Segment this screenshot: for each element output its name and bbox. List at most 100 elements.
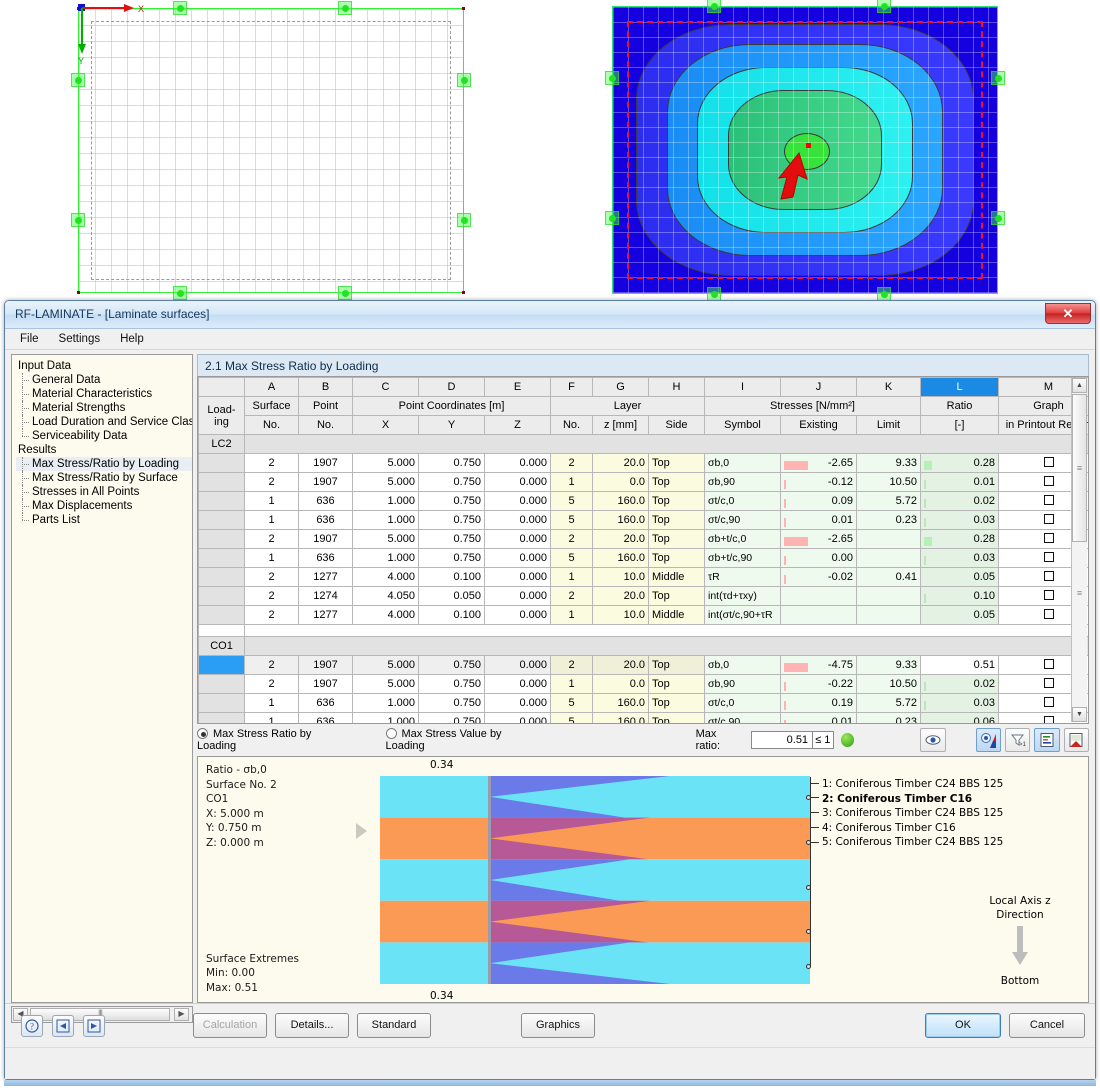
- checkbox-icon[interactable]: [1044, 716, 1054, 725]
- cell-side[interactable]: Top: [649, 454, 705, 473]
- support-node[interactable]: [457, 213, 471, 227]
- support-node[interactable]: [71, 73, 85, 87]
- cell-side[interactable]: Top: [649, 713, 705, 725]
- tree-item-max-stress-ratio-by-loading[interactable]: Max Stress/Ratio by Loading: [16, 457, 192, 471]
- cell-existing[interactable]: [781, 606, 857, 625]
- cell-side[interactable]: Middle: [649, 568, 705, 587]
- cell-layer-z[interactable]: 160.0: [593, 713, 649, 725]
- menu-file[interactable]: File: [11, 331, 48, 347]
- cell-limit[interactable]: 9.33: [857, 454, 921, 473]
- details-button[interactable]: Details...: [275, 1013, 349, 1038]
- cell-surface-no[interactable]: 2: [245, 656, 299, 675]
- cell-layer-z[interactable]: 160.0: [593, 492, 649, 511]
- layer-stress-graphic-panel[interactable]: Ratio - σb,0 Surface No. 2 CO1 X: 5.000 …: [197, 756, 1089, 1003]
- checkbox-icon[interactable]: [1044, 533, 1054, 543]
- table-row[interactable]: 16361.0000.7500.0005160.0Topσb+t/c,900.0…: [199, 549, 1090, 568]
- cell-coord-x[interactable]: 5.000: [353, 656, 419, 675]
- row-selector-cell[interactable]: [199, 568, 245, 587]
- cell-existing[interactable]: -4.75: [781, 656, 857, 675]
- colletter-i[interactable]: I: [705, 378, 781, 397]
- cell-layer-z[interactable]: 20.0: [593, 530, 649, 549]
- support-node[interactable]: [991, 211, 1005, 225]
- cell-coord-x[interactable]: 1.000: [353, 492, 419, 511]
- colletter-g[interactable]: G: [593, 378, 649, 397]
- checkbox-icon[interactable]: [1044, 476, 1054, 486]
- tree-item-serviceability-data[interactable]: Serviceability Data: [16, 429, 192, 443]
- menu-help[interactable]: Help: [111, 331, 153, 347]
- table-group-row[interactable]: LC2: [199, 435, 1090, 454]
- cell-surface-no[interactable]: 1: [245, 492, 299, 511]
- cell-ratio[interactable]: 0.28: [921, 530, 999, 549]
- cancel-button[interactable]: Cancel: [1009, 1013, 1085, 1038]
- table-row[interactable]: 16361.0000.7500.0005160.0Topσt/c,00.195.…: [199, 694, 1090, 713]
- cell-coord-z[interactable]: 0.000: [485, 606, 551, 625]
- table-row[interactable]: 219075.0000.7500.000220.0Topσb,0-4.759.3…: [199, 656, 1090, 675]
- colletter-f[interactable]: F: [551, 378, 593, 397]
- cell-layer-no[interactable]: 1: [551, 568, 593, 587]
- cell-surface-no[interactable]: 1: [245, 713, 299, 725]
- cell-layer-no[interactable]: 2: [551, 587, 593, 606]
- cell-layer-no[interactable]: 5: [551, 511, 593, 530]
- cell-ratio[interactable]: 0.28: [921, 454, 999, 473]
- table-vertical-scrollbar[interactable]: ▲ ≡ ▼: [1071, 378, 1087, 722]
- colletter-a[interactable]: A: [245, 378, 299, 397]
- cell-layer-z[interactable]: 10.0: [593, 606, 649, 625]
- cell-layer-z[interactable]: 160.0: [593, 511, 649, 530]
- cell-side[interactable]: Top: [649, 549, 705, 568]
- cell-existing[interactable]: -2.65: [781, 530, 857, 549]
- cell-coord-y[interactable]: 0.750: [419, 549, 485, 568]
- table-row[interactable]: 219075.0000.7500.00010.0Topσb,90-0.2210.…: [199, 675, 1090, 694]
- cell-symbol[interactable]: σb,0: [705, 656, 781, 675]
- cell-coord-z[interactable]: 0.000: [485, 549, 551, 568]
- cell-ratio[interactable]: 0.10: [921, 587, 999, 606]
- cell-coord-y[interactable]: 0.750: [419, 454, 485, 473]
- support-node[interactable]: [173, 286, 187, 300]
- tree-item-parts-list[interactable]: Parts List: [16, 513, 192, 527]
- colletter-j[interactable]: J: [781, 378, 857, 397]
- cell-side[interactable]: Top: [649, 675, 705, 694]
- cell-limit[interactable]: 9.33: [857, 656, 921, 675]
- cell-coord-y[interactable]: 0.750: [419, 713, 485, 725]
- support-node[interactable]: [71, 213, 85, 227]
- colletter-h[interactable]: H: [649, 378, 705, 397]
- vscroll-thumb[interactable]: [1072, 394, 1087, 542]
- cell-limit[interactable]: 5.72: [857, 694, 921, 713]
- cell-coord-z[interactable]: 0.000: [485, 473, 551, 492]
- row-selector-cell[interactable]: [199, 656, 245, 675]
- support-node[interactable]: [338, 286, 352, 300]
- row-selector-cell[interactable]: [199, 454, 245, 473]
- cell-coord-y[interactable]: 0.100: [419, 568, 485, 587]
- row-selector-cell[interactable]: [199, 587, 245, 606]
- radio-value-icon[interactable]: [386, 728, 397, 739]
- cell-coord-z[interactable]: 0.000: [485, 454, 551, 473]
- cell-symbol[interactable]: τR: [705, 568, 781, 587]
- tree-item-material-characteristics[interactable]: Material Characteristics: [16, 387, 192, 401]
- cell-point-no[interactable]: 1907: [299, 473, 353, 492]
- checkbox-icon[interactable]: [1044, 609, 1054, 619]
- cell-point-no[interactable]: 636: [299, 511, 353, 530]
- cell-layer-no[interactable]: 2: [551, 530, 593, 549]
- group-label-cell[interactable]: LC2: [199, 435, 245, 454]
- cell-existing[interactable]: 0.19: [781, 694, 857, 713]
- colletter-b[interactable]: B: [299, 378, 353, 397]
- radio-ratio-icon[interactable]: [197, 728, 208, 739]
- calculation-button[interactable]: Calculation: [193, 1013, 267, 1038]
- cell-ratio[interactable]: 0.02: [921, 492, 999, 511]
- cell-limit[interactable]: 0.23: [857, 713, 921, 725]
- cell-coord-z[interactable]: 0.000: [485, 694, 551, 713]
- cell-ratio-selected[interactable]: 0.51: [921, 656, 999, 675]
- cell-limit[interactable]: [857, 587, 921, 606]
- cell-point-no[interactable]: 1907: [299, 530, 353, 549]
- tree-item-max-displacements[interactable]: Max Displacements: [16, 499, 192, 513]
- cell-limit[interactable]: [857, 606, 921, 625]
- table-row[interactable]: 16361.0000.7500.0005160.0Topσt/c,900.010…: [199, 511, 1090, 530]
- cell-coord-x[interactable]: 4.000: [353, 568, 419, 587]
- colletter-k[interactable]: K: [857, 378, 921, 397]
- cell-coord-y[interactable]: 0.750: [419, 675, 485, 694]
- cell-coord-x[interactable]: 5.000: [353, 530, 419, 549]
- cell-side[interactable]: Top: [649, 694, 705, 713]
- cell-coord-y[interactable]: 0.100: [419, 606, 485, 625]
- cell-surface-no[interactable]: 1: [245, 694, 299, 713]
- previous-button[interactable]: [52, 1015, 74, 1037]
- cell-coord-x[interactable]: 1.000: [353, 694, 419, 713]
